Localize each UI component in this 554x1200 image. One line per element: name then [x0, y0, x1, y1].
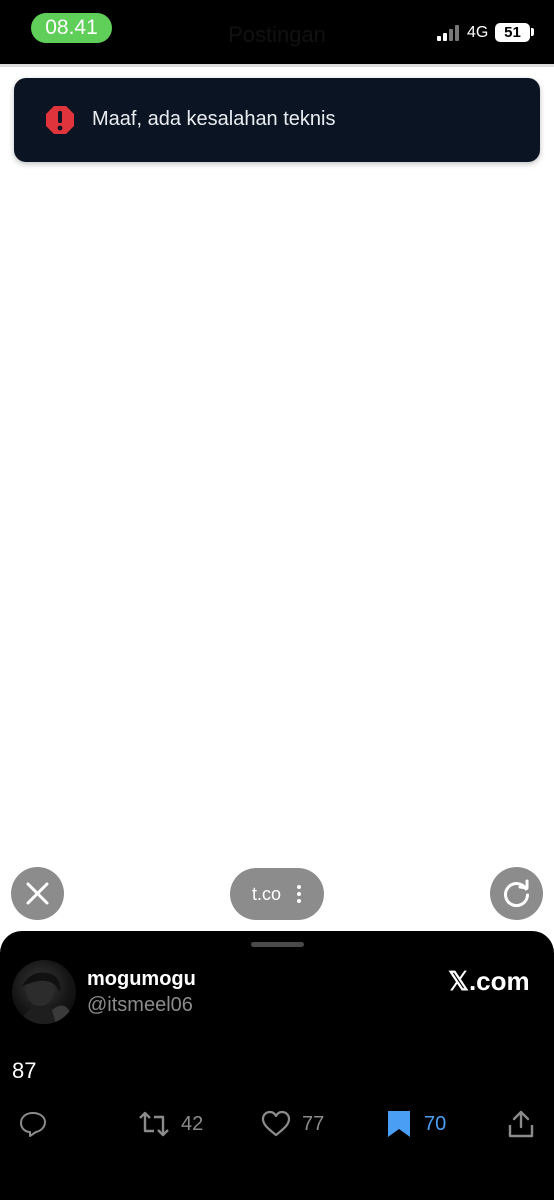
status-bar: Postingan 08.41 4G 51: [0, 0, 554, 64]
alert-octagon-icon: [46, 106, 74, 134]
toast-message: Maaf, ada kesalahan teknis: [92, 108, 336, 130]
tweet-card: mogumogu @itsmeel06 𝕏.com 87 42 77 70: [0, 931, 554, 1200]
share-button[interactable]: [507, 1109, 535, 1139]
battery-icon: 51: [495, 23, 530, 42]
retweet-button[interactable]: 42: [138, 1109, 218, 1139]
share-icon: [508, 1110, 534, 1138]
avatar[interactable]: [12, 960, 76, 1024]
bookmark-button[interactable]: 70: [384, 1109, 454, 1139]
status-time: 08.41: [31, 13, 112, 43]
network-type: 4G: [467, 24, 489, 41]
reload-button[interactable]: [490, 867, 543, 920]
bookmark-count: 70: [424, 1113, 447, 1135]
avatar-image: [20, 972, 72, 1024]
bookmark-icon: [388, 1111, 410, 1137]
battery-tip: [531, 28, 534, 36]
reply-icon: [20, 1112, 46, 1137]
heart-icon: [261, 1110, 291, 1137]
reply-button[interactable]: [18, 1109, 48, 1139]
tweet-text: 87: [12, 1058, 37, 1083]
author-name[interactable]: mogumogu: [87, 968, 196, 991]
battery-level: 51: [504, 24, 521, 41]
error-toast: Maaf, ada kesalahan teknis: [14, 78, 540, 162]
divider: [0, 64, 554, 67]
close-button[interactable]: [11, 867, 64, 920]
like-button[interactable]: 77: [261, 1109, 331, 1139]
more-icon[interactable]: [297, 885, 301, 903]
retweet-count: 42: [181, 1113, 204, 1135]
sheet-handle[interactable]: [251, 942, 304, 947]
signal-icon: [437, 25, 463, 41]
author-handle[interactable]: @itsmeel06: [87, 994, 193, 1017]
url-pill[interactable]: t.co: [230, 868, 324, 920]
reload-icon: [504, 879, 529, 908]
x-logo[interactable]: 𝕏.com: [448, 966, 530, 997]
retweet-icon: [139, 1111, 169, 1137]
close-icon: [26, 882, 49, 905]
like-count: 77: [302, 1113, 325, 1135]
url-label: t.co: [252, 884, 282, 904]
